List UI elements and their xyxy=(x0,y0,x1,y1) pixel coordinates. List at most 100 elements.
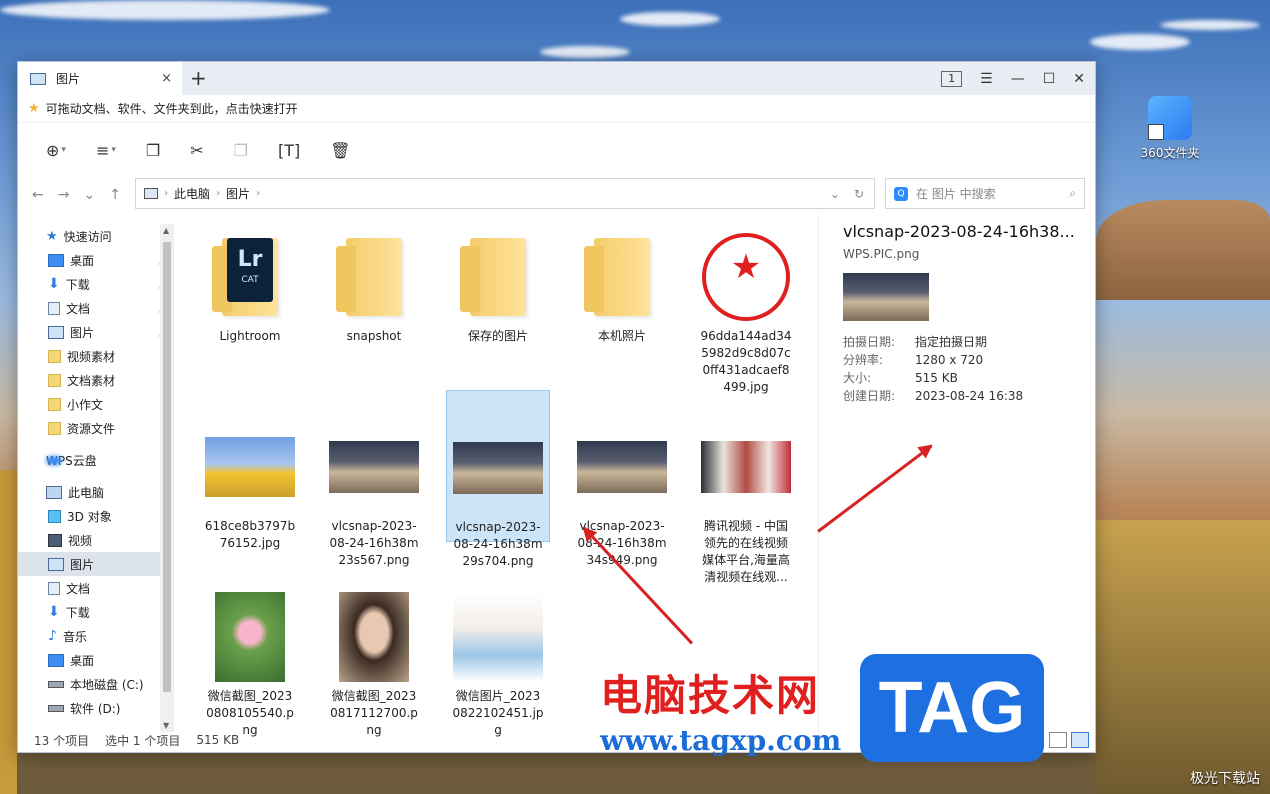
file-name: Lightroom xyxy=(219,329,281,343)
file-item[interactable]: 微信截图_20230808105540.png xyxy=(198,584,302,739)
search-placeholder: 在 图片 中搜索 xyxy=(916,187,996,201)
computer-icon xyxy=(144,188,158,199)
details-view-icon[interactable] xyxy=(1049,732,1067,748)
file-item[interactable]: vlcsnap-2023-08-24-16h38m34s949.png xyxy=(570,414,674,569)
file-item[interactable]: 微信截图_20230817112700.png xyxy=(322,584,426,739)
sidebar-item-label: 软件 (D:) xyxy=(70,701,121,716)
picture-icon xyxy=(48,325,64,339)
selected-size: 515 KB xyxy=(196,733,240,747)
sidebar-item[interactable]: ⬇ 下载 xyxy=(18,600,174,624)
menu-icon[interactable]: ☰ xyxy=(980,71,993,87)
file-name: snapshot xyxy=(346,329,402,343)
sidebar-item[interactable]: 文档📌 xyxy=(18,296,174,320)
folder-item[interactable]: snapshot xyxy=(322,224,426,345)
file-item[interactable]: 腾讯视频 - 中国领先的在线视频媒体平台,海量高清视频在线观... xyxy=(694,414,798,586)
chevron-down-icon[interactable]: ⌄ xyxy=(830,187,840,201)
file-item[interactable]: 微信图片_20230822102451.jpg xyxy=(446,584,550,739)
sidebar-item-label: 此电脑 xyxy=(68,485,105,500)
folder-icon: Lr CAT xyxy=(205,232,295,322)
watermark-text: 电脑技术网 xyxy=(600,671,821,720)
back-arrow-icon[interactable]: ← xyxy=(32,187,44,203)
sidebar-item[interactable]: 本地磁盘 (C:) xyxy=(18,672,174,696)
rename-button[interactable]: [T] xyxy=(278,141,300,160)
sidebar-item[interactable]: 图片 xyxy=(18,552,174,576)
sidebar-item[interactable]: 软件 (D:) xyxy=(18,696,174,720)
refresh-icon[interactable]: ↻ xyxy=(854,187,864,201)
sidebar-item-label: 视频 xyxy=(68,533,93,548)
sidebar-item[interactable]: 视频 xyxy=(18,528,174,552)
up-arrow-icon[interactable]: ↑ xyxy=(109,187,121,203)
picture-icon xyxy=(30,72,46,85)
copy-button[interactable]: ❐ xyxy=(146,141,160,160)
sidebar-item[interactable]: 资源文件 xyxy=(18,416,174,440)
large-icons-view-icon[interactable] xyxy=(1071,732,1089,748)
image-thumbnail xyxy=(205,592,295,682)
sidebar-item[interactable]: 桌面 xyxy=(18,648,174,672)
window-controls: 1 ☰ — ☐ ✕ xyxy=(941,62,1085,95)
sidebar-item[interactable]: ♪ 音乐 xyxy=(18,624,174,648)
search-input[interactable]: Q 在 图片 中搜索 ⌕ xyxy=(885,178,1085,209)
scrollbar-thumb[interactable] xyxy=(163,242,171,692)
file-name: 腾讯视频 - 中国领先的在线视频媒体平台,海量高清视频在线观... xyxy=(702,519,790,584)
window-count-badge[interactable]: 1 xyxy=(941,70,963,87)
sidebar-item[interactable]: 图片📌 xyxy=(18,320,174,344)
sidebar-scrollbar[interactable]: ▲ ▼ xyxy=(160,224,174,732)
folder-item[interactable]: 保存的图片 xyxy=(446,224,550,345)
cloud-icon xyxy=(46,455,62,465)
sidebar-item[interactable]: 文档素材 xyxy=(18,368,174,392)
folder-item[interactable]: 本机照片 xyxy=(570,224,674,345)
sidebar-item[interactable]: 文档 xyxy=(18,576,174,600)
download-icon: ⬇ xyxy=(48,276,60,292)
sidebar-item-label: 3D 对象 xyxy=(67,509,112,524)
watermark-tag-logo: TAG xyxy=(860,654,1044,762)
file-item[interactable]: vlcsnap-2023-08-24-16h38m23s567.png xyxy=(322,414,426,569)
sidebar-item-label: 桌面 xyxy=(70,653,95,668)
breadcrumb-pictures[interactable]: 图片 xyxy=(226,185,250,202)
scroll-up-icon[interactable]: ▲ xyxy=(163,226,169,235)
sidebar-item[interactable]: 3D 对象 xyxy=(18,504,174,528)
folder-icon xyxy=(329,232,419,322)
delete-button[interactable]: 🗑 xyxy=(330,141,350,160)
preview-subtitle: WPS.PIC.png xyxy=(843,247,920,261)
sidebar-item[interactable]: ★ 快速访问 xyxy=(18,224,174,248)
view-button[interactable]: ≡ ▾ xyxy=(96,141,116,160)
preview-title: vlcsnap-2023-08-24-16h38... xyxy=(843,222,1075,241)
file-name: 本机照片 xyxy=(597,329,646,343)
new-button[interactable]: ⊕ ▾ xyxy=(46,141,66,160)
tab-pictures[interactable]: 图片 × xyxy=(18,62,182,95)
sidebar-item[interactable]: 小作文 xyxy=(18,392,174,416)
folder-icon xyxy=(577,232,667,322)
new-tab-button[interactable]: + xyxy=(190,66,207,90)
folder-item[interactable]: Lr CAT Lightroom xyxy=(198,224,302,345)
sidebar-item[interactable]: ⬇下载📌 xyxy=(18,272,174,296)
preview-property: 创建日期: 2023-08-24 16:38 xyxy=(843,389,1096,403)
chevron-down-icon: ▾ xyxy=(111,145,116,155)
file-item[interactable]: 618ce8b3797b76152.jpg xyxy=(198,414,302,552)
close-window-button[interactable]: ✕ xyxy=(1073,71,1085,87)
paste-button[interactable]: ❐ xyxy=(234,141,248,160)
file-item[interactable]: 96dda144ad345982d9c8d07c0ff431adcaef8499… xyxy=(694,224,798,396)
close-tab-icon[interactable]: × xyxy=(161,71,172,86)
tab-bar: 图片 × + 1 ☰ — ☐ ✕ xyxy=(18,62,1095,95)
minimize-button[interactable]: — xyxy=(1011,71,1025,87)
forward-arrow-icon[interactable]: → xyxy=(58,187,70,203)
favorites-bar[interactable]: ★ 可拖动文档、软件、文件夹到此，点击快速打开 xyxy=(18,95,1095,123)
search-icon[interactable]: ⌕ xyxy=(1069,186,1076,201)
desktop-icon xyxy=(48,653,64,667)
computer-icon xyxy=(46,485,62,499)
item-count: 13 个项目 xyxy=(34,733,90,748)
sidebar-item[interactable]: 此电脑 xyxy=(18,480,174,504)
breadcrumb-this-pc[interactable]: 此电脑 xyxy=(174,185,210,202)
address-bar[interactable]: › 此电脑 › 图片 › ⌄ ↻ xyxy=(135,178,875,209)
sidebar-item[interactable]: 视频素材 xyxy=(18,344,174,368)
sidebar-item[interactable]: 桌面📌 xyxy=(18,248,174,272)
download-icon: ⬇ xyxy=(48,604,60,620)
selected-count: 选中 1 个项目 xyxy=(105,733,181,748)
file-item[interactable]: vlcsnap-2023-08-24-16h38m29s704.png xyxy=(446,390,550,568)
sidebar-item[interactable]: WPS云盘 xyxy=(18,448,174,472)
maximize-button[interactable]: ☐ xyxy=(1043,71,1056,87)
breadcrumb-separator: › xyxy=(216,188,221,199)
desktop-shortcut-360[interactable]: 360文件夹 xyxy=(1138,96,1202,161)
recent-chevron-icon[interactable]: ⌄ xyxy=(83,187,95,203)
cut-button[interactable]: ✂ xyxy=(190,141,203,160)
